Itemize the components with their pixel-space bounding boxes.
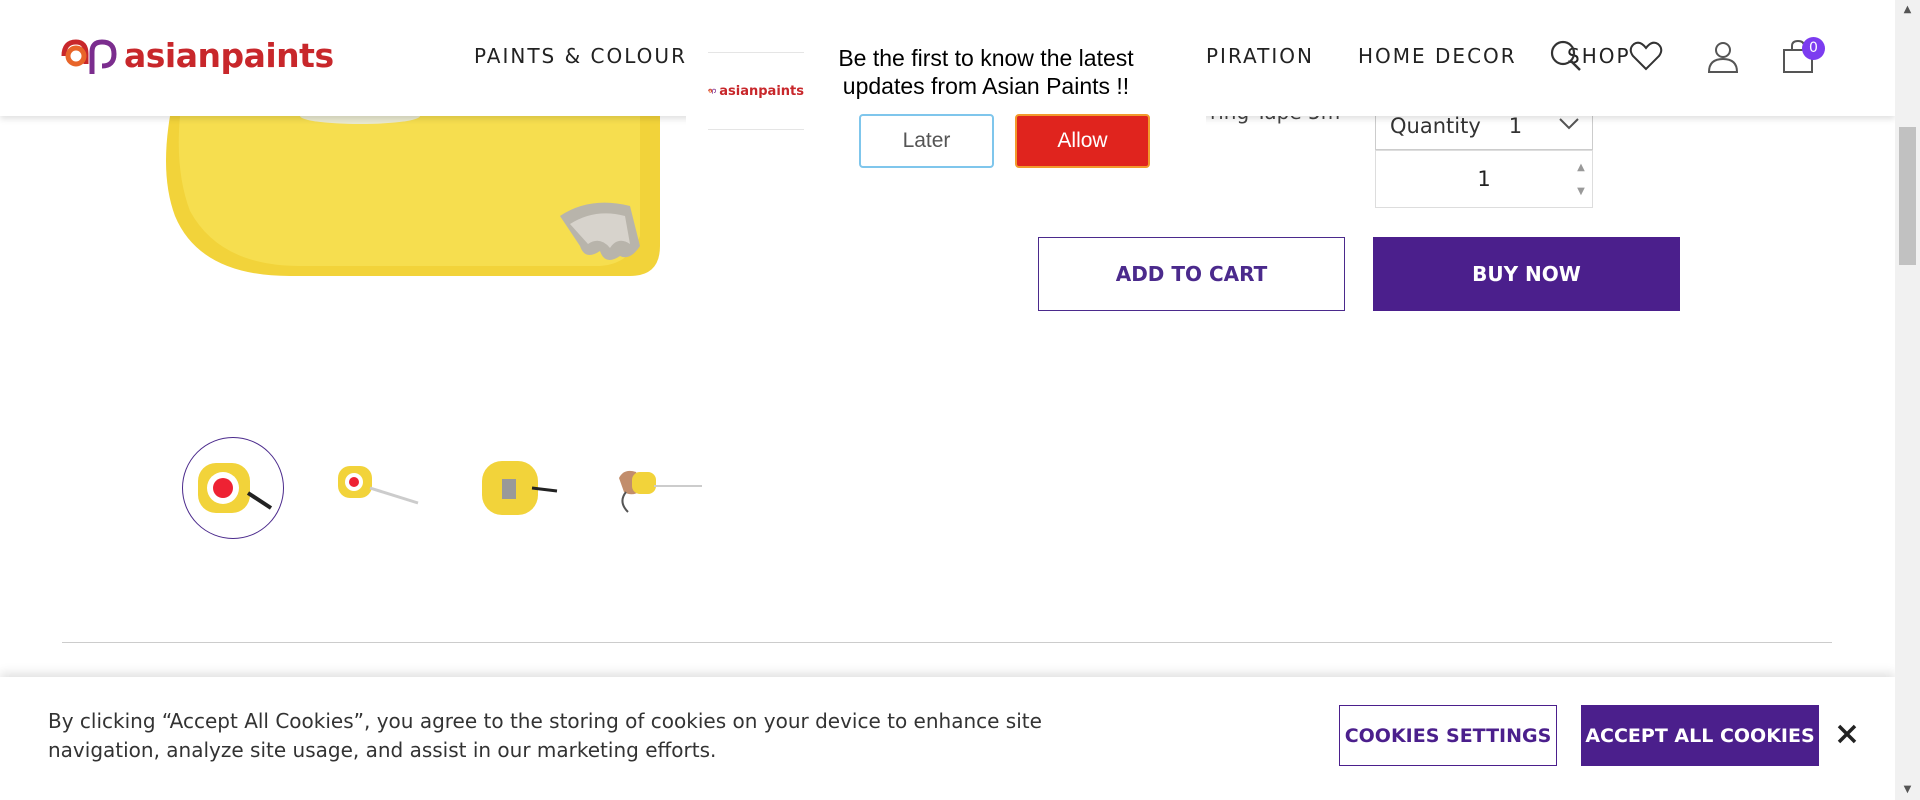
scrollbar-thumb[interactable] bbox=[1899, 127, 1916, 265]
push-logo: asianpaints bbox=[708, 52, 804, 130]
quantity-number-input[interactable]: 1 ▲ ▼ bbox=[1375, 150, 1593, 208]
quantity-selected-value: 1 bbox=[1508, 113, 1523, 138]
page-scrollbar[interactable]: ▲ ▼ bbox=[1895, 0, 1920, 800]
thumbnail-3[interactable] bbox=[466, 437, 568, 539]
cart-count-badge: 0 bbox=[1802, 37, 1825, 60]
product-thumbnails bbox=[182, 437, 710, 539]
thumbnail-2[interactable] bbox=[324, 437, 426, 539]
push-later-button[interactable]: Later bbox=[859, 114, 994, 168]
push-logo-text: asianpaints bbox=[719, 83, 804, 99]
wishlist-heart-icon[interactable] bbox=[1628, 38, 1664, 74]
quantity-input-value: 1 bbox=[1477, 167, 1491, 191]
quantity-label: Quantity bbox=[1390, 113, 1481, 138]
push-allow-button[interactable]: Allow bbox=[1015, 114, 1150, 168]
search-icon[interactable] bbox=[1548, 38, 1584, 74]
thumbnail-1[interactable] bbox=[182, 437, 284, 539]
nav-paints-colour[interactable]: PAINTS & COLOUR bbox=[474, 44, 687, 68]
section-divider bbox=[62, 642, 1832, 643]
close-icon[interactable] bbox=[1832, 719, 1862, 749]
cookies-settings-button[interactable]: COOKIES SETTINGS bbox=[1339, 705, 1557, 766]
asianpaints-logo-icon bbox=[61, 39, 117, 74]
accept-all-cookies-button[interactable]: ACCEPT ALL COOKIES bbox=[1581, 705, 1819, 766]
logo-text: asianpaints bbox=[124, 35, 334, 75]
nav-home-decor[interactable]: HOME DECOR bbox=[1358, 44, 1517, 68]
account-user-icon[interactable] bbox=[1705, 38, 1741, 74]
scroll-up-arrow-icon[interactable]: ▲ bbox=[1895, 0, 1920, 20]
cookie-banner: By clicking “Accept All Cookies”, you ag… bbox=[0, 677, 1895, 800]
asianpaints-logo-icon bbox=[708, 88, 717, 94]
brand-logo[interactable]: asianpaints bbox=[60, 34, 334, 76]
stepper-down-icon[interactable]: ▼ bbox=[1577, 186, 1585, 197]
cookie-banner-text: By clicking “Accept All Cookies”, you ag… bbox=[48, 709, 1042, 762]
product-main-image bbox=[160, 108, 720, 276]
buy-now-button[interactable]: BUY NOW bbox=[1373, 237, 1680, 311]
nav-inspiration[interactable]: PIRATION bbox=[1206, 44, 1314, 68]
chevron-down-icon bbox=[1558, 116, 1580, 135]
scroll-down-arrow-icon[interactable]: ▼ bbox=[1895, 780, 1920, 800]
stepper-up-icon[interactable]: ▲ bbox=[1577, 162, 1585, 173]
push-notification-prompt: asianpaints Be the first to know the lat… bbox=[686, 0, 1206, 178]
thumbnail-4[interactable] bbox=[608, 437, 710, 539]
quantity-stepper[interactable]: ▲ ▼ bbox=[1572, 155, 1590, 203]
page: ring Tape 5m Quantity 1 1 ▲ ▼ ADD TO CAR… bbox=[0, 0, 1920, 800]
push-message: Be the first to know the latest updates … bbox=[838, 45, 1134, 99]
add-to-cart-button[interactable]: ADD TO CART bbox=[1038, 237, 1345, 311]
